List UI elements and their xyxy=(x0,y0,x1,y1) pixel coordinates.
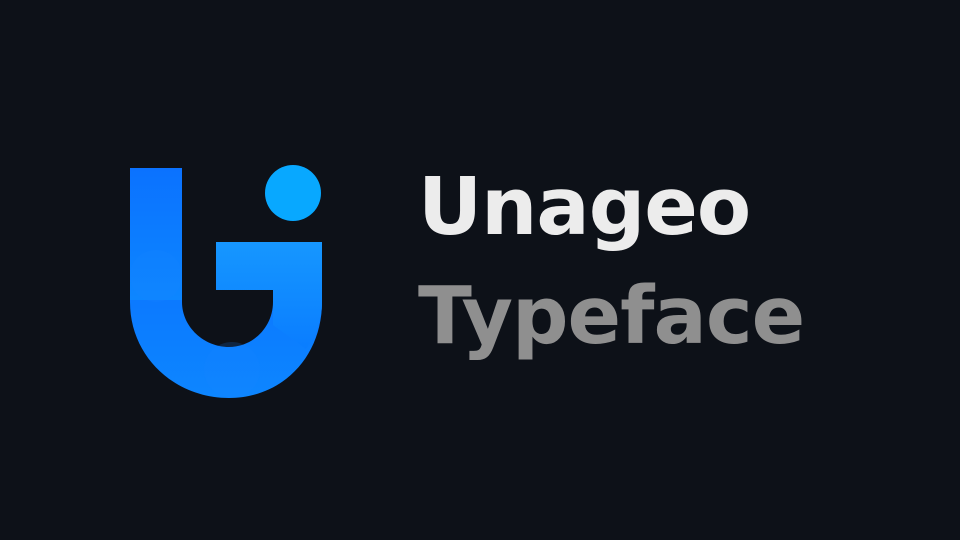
logo-mark xyxy=(128,160,328,405)
logo-overlay-left xyxy=(130,250,182,302)
wordmark: Unageo Typeface xyxy=(418,168,918,356)
page-subtitle: Typeface xyxy=(418,270,805,362)
logo-overlay-bottom xyxy=(204,342,260,398)
logo-dot xyxy=(265,165,321,221)
unageo-logo-icon xyxy=(130,165,322,398)
page-title: Unageo xyxy=(418,161,751,253)
